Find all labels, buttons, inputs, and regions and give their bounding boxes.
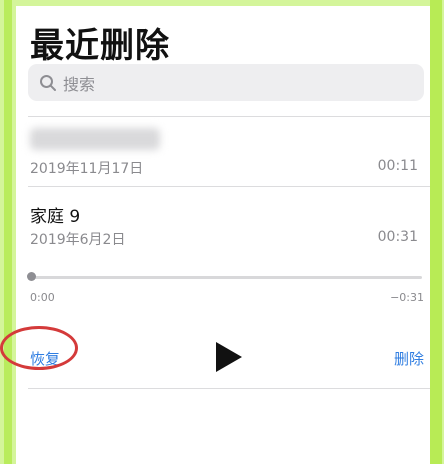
recording-duration: 00:11	[377, 158, 418, 174]
delete-button[interactable]: 删除	[394, 348, 424, 369]
search-placeholder: 搜索	[63, 74, 96, 94]
remaining-time: −0:31	[390, 291, 424, 304]
recording-title-blurred	[30, 128, 160, 150]
elapsed-time: 0:00	[30, 291, 55, 304]
divider	[28, 116, 430, 117]
annotation-circle	[0, 326, 78, 370]
page-title: 最近删除	[30, 26, 170, 66]
search-bar[interactable]: 搜索	[28, 64, 424, 101]
search-icon	[40, 74, 56, 91]
recording-title: 家庭 9	[30, 207, 81, 227]
recording-date: 2019年6月2日	[30, 232, 126, 248]
scrubber-handle[interactable]	[27, 272, 36, 281]
recording-date: 2019年11月17日	[30, 161, 144, 177]
divider	[28, 388, 430, 389]
frame-border-left	[4, 0, 12, 464]
frame-border-right	[430, 0, 442, 464]
recording-duration: 00:31	[377, 229, 418, 245]
screenshot-frame: 最近删除 搜索 2019年11月17日 00:11 家庭 9 2019年6月2日…	[0, 0, 444, 464]
play-icon[interactable]	[214, 340, 244, 374]
divider	[28, 186, 430, 187]
playback-scrubber[interactable]	[32, 276, 422, 279]
recently-deleted-screen: 最近删除 搜索 2019年11月17日 00:11 家庭 9 2019年6月2日…	[16, 6, 430, 464]
